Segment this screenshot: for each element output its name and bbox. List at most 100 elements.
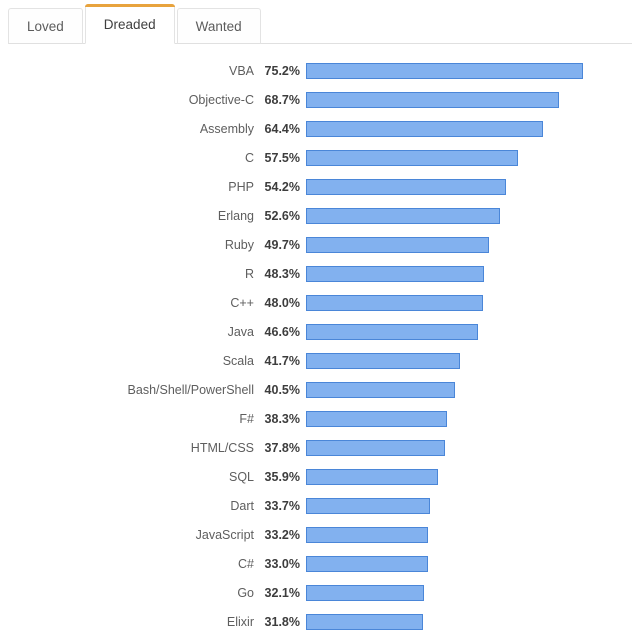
- bar-value-label: 33.7%: [254, 499, 306, 513]
- bar[interactable]: [306, 527, 428, 543]
- bar-value-label: 33.2%: [254, 528, 306, 542]
- bar-value-label: 64.4%: [254, 122, 306, 136]
- bar-value-label: 38.3%: [254, 412, 306, 426]
- bar-category-label: F#: [0, 412, 254, 426]
- bar-value-label: 40.5%: [254, 383, 306, 397]
- bar-value-label: 35.9%: [254, 470, 306, 484]
- chart-row: SQL35.9%: [0, 462, 640, 491]
- bar[interactable]: [306, 266, 484, 282]
- bar-track: [306, 288, 640, 317]
- bar-value-label: 49.7%: [254, 238, 306, 252]
- bar[interactable]: [306, 324, 478, 340]
- bar-track: [306, 491, 640, 520]
- tab-label: Dreaded: [104, 17, 156, 32]
- bar[interactable]: [306, 353, 460, 369]
- tab-loved[interactable]: Loved: [8, 8, 83, 44]
- bar-track: [306, 578, 640, 607]
- bar-value-label: 33.0%: [254, 557, 306, 571]
- tab-label: Loved: [27, 19, 64, 34]
- bar-track: [306, 462, 640, 491]
- bar-category-label: JavaScript: [0, 528, 254, 542]
- bar-track: [306, 520, 640, 549]
- chart-row: PHP54.2%: [0, 172, 640, 201]
- chart-row: C#33.0%: [0, 549, 640, 578]
- chart-row: JavaScript33.2%: [0, 520, 640, 549]
- bar-track: [306, 317, 640, 346]
- bar[interactable]: [306, 237, 489, 253]
- bar-value-label: 48.0%: [254, 296, 306, 310]
- bar-track: [306, 375, 640, 404]
- dreaded-languages-bar-chart: VBA75.2%Objective-C68.7%Assembly64.4%C57…: [0, 44, 640, 636]
- bar-value-label: 57.5%: [254, 151, 306, 165]
- bar-category-label: VBA: [0, 64, 254, 78]
- tab-wanted[interactable]: Wanted: [177, 8, 261, 44]
- bar-value-label: 31.8%: [254, 615, 306, 629]
- bar[interactable]: [306, 469, 438, 485]
- bar-category-label: Elixir: [0, 615, 254, 629]
- bar[interactable]: [306, 585, 424, 601]
- bar-track: [306, 433, 640, 462]
- chart-row: Go32.1%: [0, 578, 640, 607]
- bar-value-label: 37.8%: [254, 441, 306, 455]
- bar[interactable]: [306, 498, 430, 514]
- tab-dreaded[interactable]: Dreaded: [85, 4, 175, 44]
- tab-label: Wanted: [196, 19, 242, 34]
- bar-category-label: C#: [0, 557, 254, 571]
- chart-row: F#38.3%: [0, 404, 640, 433]
- chart-row: Scala41.7%: [0, 346, 640, 375]
- chart-row: Erlang52.6%: [0, 201, 640, 230]
- chart-row: R48.3%: [0, 259, 640, 288]
- bar-value-label: 68.7%: [254, 93, 306, 107]
- bar[interactable]: [306, 440, 445, 456]
- bar-category-label: Assembly: [0, 122, 254, 136]
- bar-track: [306, 230, 640, 259]
- bar-track: [306, 172, 640, 201]
- bar[interactable]: [306, 121, 543, 137]
- bar[interactable]: [306, 614, 423, 630]
- bar-track: [306, 259, 640, 288]
- chart-row: VBA75.2%: [0, 56, 640, 85]
- chart-row: Bash/Shell/PowerShell40.5%: [0, 375, 640, 404]
- bar-value-label: 32.1%: [254, 586, 306, 600]
- bar-track: [306, 114, 640, 143]
- bar-value-label: 54.2%: [254, 180, 306, 194]
- tab-list: Loved Dreaded Wanted: [8, 0, 640, 44]
- bar-value-label: 75.2%: [254, 64, 306, 78]
- chart-row: HTML/CSS37.8%: [0, 433, 640, 462]
- bar-track: [306, 404, 640, 433]
- bar[interactable]: [306, 92, 559, 108]
- chart-row: Assembly64.4%: [0, 114, 640, 143]
- tab-bar: Loved Dreaded Wanted: [0, 0, 640, 44]
- bar[interactable]: [306, 63, 583, 79]
- bar-value-label: 52.6%: [254, 209, 306, 223]
- bar[interactable]: [306, 556, 428, 572]
- bar-track: [306, 143, 640, 172]
- bar[interactable]: [306, 150, 518, 166]
- bar-category-label: Java: [0, 325, 254, 339]
- bar[interactable]: [306, 411, 447, 427]
- bar-track: [306, 56, 640, 85]
- bar-track: [306, 549, 640, 578]
- bar-category-label: PHP: [0, 180, 254, 194]
- bar-category-label: Bash/Shell/PowerShell: [0, 383, 254, 397]
- bar-value-label: 41.7%: [254, 354, 306, 368]
- bar[interactable]: [306, 179, 506, 195]
- bar-category-label: Dart: [0, 499, 254, 513]
- bar-category-label: Erlang: [0, 209, 254, 223]
- chart-row: Ruby49.7%: [0, 230, 640, 259]
- chart-row: Elixir31.8%: [0, 607, 640, 636]
- bar-category-label: SQL: [0, 470, 254, 484]
- bar[interactable]: [306, 208, 500, 224]
- bar-category-label: C: [0, 151, 254, 165]
- bar[interactable]: [306, 382, 455, 398]
- chart-row: Dart33.7%: [0, 491, 640, 520]
- chart-row: Java46.6%: [0, 317, 640, 346]
- bar-category-label: Scala: [0, 354, 254, 368]
- bar-category-label: R: [0, 267, 254, 281]
- bar-category-label: Go: [0, 586, 254, 600]
- bar-category-label: C++: [0, 296, 254, 310]
- bar[interactable]: [306, 295, 483, 311]
- bar-value-label: 48.3%: [254, 267, 306, 281]
- chart-row: C++48.0%: [0, 288, 640, 317]
- chart-row: C57.5%: [0, 143, 640, 172]
